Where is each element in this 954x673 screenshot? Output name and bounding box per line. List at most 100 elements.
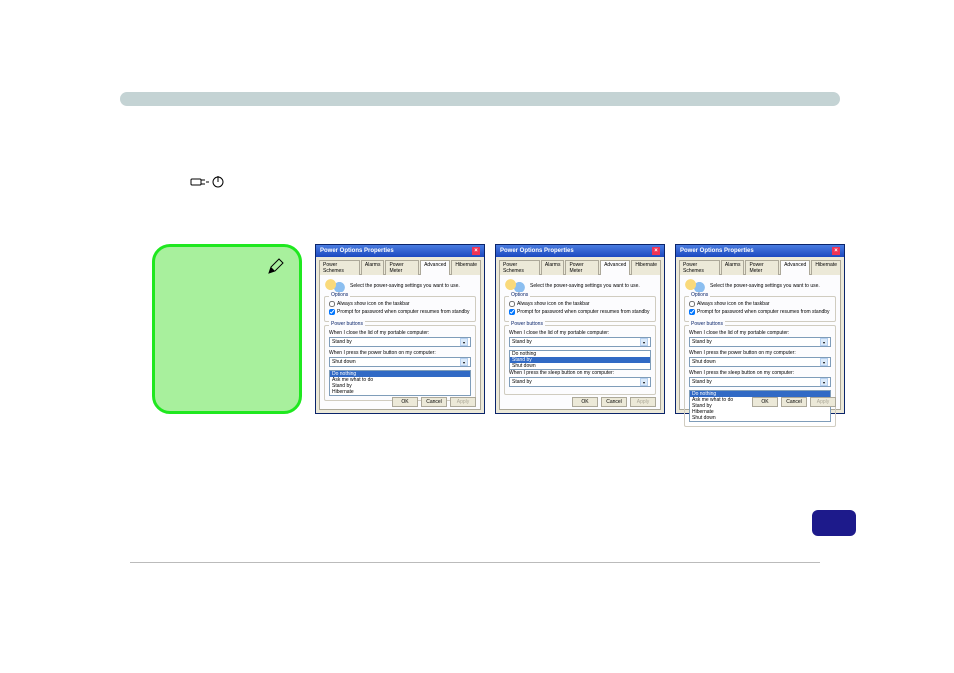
ok-button[interactable]: OK [392, 397, 418, 407]
options-group: Options Always show icon on the taskbar … [504, 296, 656, 322]
tab-power-schemes[interactable]: Power Schemes [319, 260, 360, 275]
power-button-options-list[interactable]: Do nothing Ask me what to do Stand by Hi… [329, 370, 471, 396]
dialog-body: Select the power-saving settings you wan… [679, 274, 841, 410]
tab-power-schemes[interactable]: Power Schemes [679, 260, 720, 275]
lid-close-options-list[interactable]: Do nothing Stand by Shut down [509, 350, 651, 370]
cancel-button[interactable]: Cancel [421, 397, 447, 407]
tab-strip: Power Schemes Alarms Power Meter Advance… [496, 257, 664, 274]
checkbox-label: Prompt for password when computer resume… [517, 309, 650, 315]
select-value: Shut down [692, 359, 716, 365]
dialog-titlebar: Power Options Properties × [316, 245, 484, 257]
power-buttons-group: Power buttons When I close the lid of my… [684, 325, 836, 427]
dialog-titlebar: Power Options Properties × [496, 245, 664, 257]
select-value: Stand by [512, 379, 532, 385]
select-value: Shut down [332, 359, 356, 365]
tab-hibernate[interactable]: Hibernate [451, 260, 481, 275]
tab-alarms[interactable]: Alarms [721, 260, 745, 275]
tab-power-meter[interactable]: Power Meter [565, 260, 599, 275]
section-badge [812, 510, 856, 536]
dialog-title-text: Power Options Properties [320, 248, 394, 254]
tab-power-meter[interactable]: Power Meter [385, 260, 419, 275]
power-options-dialog-1: Power Options Properties × Power Schemes… [315, 244, 485, 414]
taskbar-icon-checkbox[interactable]: Always show icon on the taskbar [689, 301, 831, 307]
lid-close-label: When I close the lid of my portable comp… [689, 330, 831, 336]
power-plug-icon [190, 175, 230, 192]
power-group-title: Power buttons [509, 321, 545, 327]
power-buttons-group: Power buttons When I close the lid of my… [504, 325, 656, 395]
power-buttons-group: Power buttons When I close the lid of my… [324, 325, 476, 401]
list-item[interactable]: Shut down [690, 415, 830, 421]
tab-power-meter[interactable]: Power Meter [745, 260, 779, 275]
close-icon[interactable]: × [652, 247, 660, 255]
battery-plug-icon [504, 279, 526, 293]
checkbox-label: Prompt for password when computer resume… [337, 309, 470, 315]
apply-button[interactable]: Apply [630, 397, 656, 407]
apply-button[interactable]: Apply [450, 397, 476, 407]
dialog-button-row: OK Cancel Apply [752, 397, 836, 407]
lid-close-select[interactable]: Stand by ▾ [689, 337, 831, 347]
ok-button[interactable]: OK [572, 397, 598, 407]
checkbox-label: Always show icon on the taskbar [337, 301, 410, 307]
dialog-body: Select the power-saving settings you wan… [499, 274, 661, 410]
select-value: Stand by [692, 339, 712, 345]
tab-alarms[interactable]: Alarms [361, 260, 385, 275]
options-group: Options Always show icon on the taskbar … [324, 296, 476, 322]
select-value: Stand by [692, 379, 712, 385]
ok-button[interactable]: OK [752, 397, 778, 407]
instruction-text: Select the power-saving settings you wan… [710, 283, 820, 289]
sleep-button-select[interactable]: Stand by ▾ [509, 377, 651, 387]
power-button-select[interactable]: Shut down ▾ [689, 357, 831, 367]
cancel-button[interactable]: Cancel [601, 397, 627, 407]
chevron-down-icon: ▾ [640, 378, 648, 386]
select-value: Stand by [512, 339, 532, 345]
tab-alarms[interactable]: Alarms [541, 260, 565, 275]
cancel-button[interactable]: Cancel [781, 397, 807, 407]
battery-plug-icon [684, 279, 706, 293]
power-button-label: When I press the power button on my comp… [689, 350, 831, 356]
chevron-down-icon: ▾ [820, 338, 828, 346]
dialog-title-text: Power Options Properties [500, 248, 574, 254]
dialog-button-row: OK Cancel Apply [392, 397, 476, 407]
power-button-select[interactable]: Shut down▾ [329, 357, 471, 367]
sleep-button-label: When I press the sleep button on my comp… [509, 370, 651, 376]
power-options-dialog-3: Power Options Properties × Power Schemes… [675, 244, 845, 414]
chevron-down-icon: ▾ [820, 358, 828, 366]
password-resume-checkbox[interactable]: Prompt for password when computer resume… [509, 309, 651, 315]
tab-advanced[interactable]: Advanced [600, 260, 630, 275]
instruction-text: Select the power-saving settings you wan… [350, 283, 460, 289]
close-icon[interactable]: × [832, 247, 840, 255]
tab-hibernate[interactable]: Hibernate [631, 260, 661, 275]
tab-advanced[interactable]: Advanced [780, 260, 810, 275]
tab-hibernate[interactable]: Hibernate [811, 260, 841, 275]
chevron-down-icon: ▾ [820, 378, 828, 386]
power-group-title: Power buttons [329, 321, 365, 327]
checkbox-label: Always show icon on the taskbar [517, 301, 590, 307]
chevron-down-icon: ▾ [460, 338, 468, 346]
dialog-title-text: Power Options Properties [680, 248, 754, 254]
instruction-text: Select the power-saving settings you wan… [530, 283, 640, 289]
taskbar-icon-checkbox[interactable]: Always show icon on the taskbar [509, 301, 651, 307]
password-resume-checkbox[interactable]: Prompt for password when computer resume… [329, 309, 471, 315]
screenshots-row: Power Options Properties × Power Schemes… [315, 244, 845, 414]
tab-strip: Power Schemes Alarms Power Meter Advance… [676, 257, 844, 274]
pencil-icon [267, 257, 285, 280]
select-value: Stand by [332, 339, 352, 345]
sleep-button-select[interactable]: Stand by ▾ [689, 377, 831, 387]
list-item[interactable]: Shut down [510, 363, 650, 369]
list-item[interactable]: Hibernate [330, 389, 470, 395]
lid-close-select[interactable]: Stand by ▾ [329, 337, 471, 347]
options-group-title: Options [689, 292, 710, 298]
close-icon[interactable]: × [472, 247, 480, 255]
footer-separator [130, 562, 820, 563]
tab-power-schemes[interactable]: Power Schemes [499, 260, 540, 275]
tab-advanced[interactable]: Advanced [420, 260, 450, 275]
lid-close-label: When I close the lid of my portable comp… [329, 330, 471, 336]
password-resume-checkbox[interactable]: Prompt for password when computer resume… [689, 309, 831, 315]
checkbox-label: Prompt for password when computer resume… [697, 309, 830, 315]
apply-button[interactable]: Apply [810, 397, 836, 407]
checkbox-label: Always show icon on the taskbar [697, 301, 770, 307]
battery-plug-icon [324, 279, 346, 293]
lid-close-select[interactable]: Stand by▾ [509, 337, 651, 347]
taskbar-icon-checkbox[interactable]: Always show icon on the taskbar [329, 301, 471, 307]
dialog-button-row: OK Cancel Apply [572, 397, 656, 407]
